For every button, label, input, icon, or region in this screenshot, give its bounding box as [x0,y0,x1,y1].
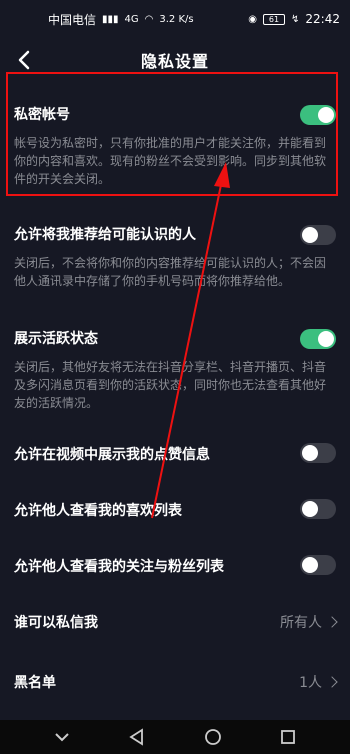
setting-like-info: 允许在视频中展示我的点赞信息 [0,444,350,464]
nav-back-button[interactable] [124,724,150,750]
eye-icon: ◉ [248,13,258,25]
status-bar: 中国电信 ▮▮▮ 4G ◠ 3.2 K/s ◉ 61 ↯ 22:42 [0,0,350,38]
keyboard-hide-button[interactable] [49,724,75,750]
recents-icon [281,730,296,744]
setting-value: 1人 [299,675,322,691]
setting-desc: 关闭后，不会将你和你的内容推荐给可能认识的人；不会因他人通讯录中存储了你的手机号… [14,256,327,288]
time-label: 22:42 [305,12,340,26]
setting-favorites-list: 允许他人查看我的喜欢列表 [0,500,350,520]
speed-label: 3.2 K/s [159,13,194,25]
charging-icon: ↯ [291,13,300,25]
system-navigation-bar [0,720,350,754]
blacklist-value[interactable]: 1人 [299,672,338,692]
setting-follow-list: 允许他人查看我的关注与粉丝列表 [0,556,350,576]
setting-desc: 关闭后，其他好友将无法在抖音分享栏、抖音开播页、抖音及多闪消息页看到你的活跃状态… [14,360,327,410]
setting-title: 允许将我推荐给可能认识的人 [14,227,196,243]
page-title: 隐私设置 [140,52,209,71]
setting-title: 允许他人查看我的关注与粉丝列表 [14,559,224,575]
settings-list: 私密帐号 帐号设为私密时，只有你批准的用户才能关注你，并能看到你的内容和喜欢。现… [0,72,350,720]
recommend-toggle[interactable] [300,225,336,245]
recents-button[interactable] [275,724,301,750]
favorites-list-toggle[interactable] [300,499,336,519]
keyboard-hide-icon [55,733,69,742]
setting-title: 黑名单 [14,675,56,691]
carrier-label: 中国电信 [48,12,97,27]
setting-value: 所有人 [280,615,322,631]
home-button[interactable] [200,724,226,750]
who-can-message-value[interactable]: 所有人 [280,612,338,632]
highlight-box [6,72,338,196]
network-type: 4G [124,13,139,25]
nav-back-icon [129,728,144,746]
setting-title: 允许在视频中展示我的点赞信息 [14,447,210,463]
signal-icon: ▮▮▮ [102,13,119,25]
chevron-right-icon [326,676,338,688]
wifi-icon: ◠ [144,13,154,25]
setting-title: 展示活跃状态 [14,331,98,347]
home-icon [204,729,221,745]
back-button[interactable] [10,46,38,74]
back-arrow-icon [18,50,30,70]
setting-recommend: 允许将我推荐给可能认识的人 关闭后，不会将你和你的内容推荐给可能认识的人；不会因… [0,224,350,290]
setting-blacklist[interactable]: 黑名单 [0,672,350,692]
battery-icon: 61 [263,13,286,25]
setting-active-status: 展示活跃状态 关闭后，其他好友将无法在抖音分享栏、抖音开播页、抖音及多闪消息页看… [0,328,350,412]
follow-list-toggle[interactable] [300,555,336,575]
setting-title: 允许他人查看我的喜欢列表 [14,503,182,519]
like-info-toggle[interactable] [300,443,336,463]
active-status-toggle[interactable] [300,329,336,349]
chevron-right-icon [326,616,338,628]
